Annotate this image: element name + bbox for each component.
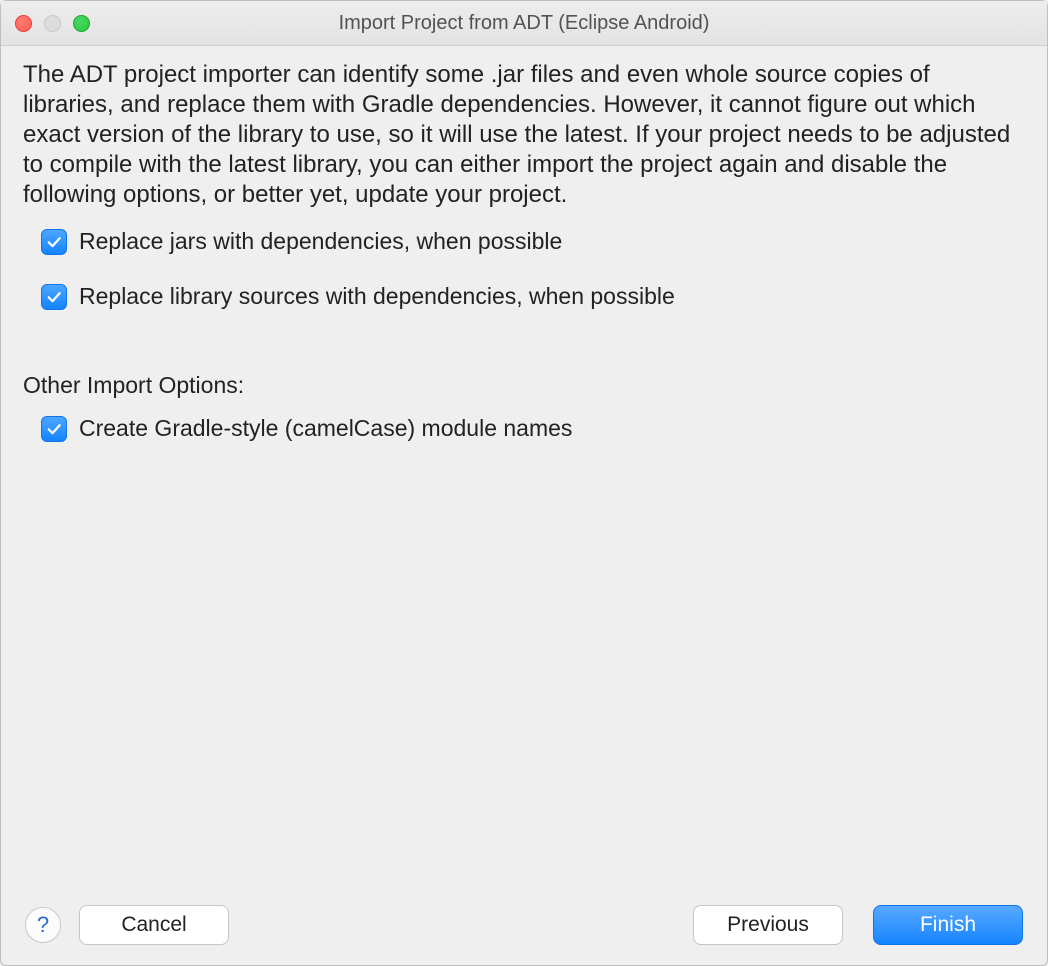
checkbox-row-replace-jars: Replace jars with dependencies, when pos…: [23, 228, 1025, 255]
checkmark-icon: [45, 288, 63, 306]
replace-sources-checkbox[interactable]: [41, 284, 67, 310]
dialog-footer: ? Cancel Previous Finish: [1, 893, 1047, 965]
replace-jars-label: Replace jars with dependencies, when pos…: [79, 228, 562, 255]
description-text: The ADT project importer can identify so…: [23, 60, 1025, 210]
help-button[interactable]: ?: [25, 907, 61, 943]
checkmark-icon: [45, 420, 63, 438]
window-title: Import Project from ADT (Eclipse Android…: [1, 12, 1047, 35]
checkbox-row-replace-sources: Replace library sources with dependencie…: [23, 283, 1025, 310]
close-window-button[interactable]: [15, 15, 32, 32]
cancel-button[interactable]: Cancel: [79, 905, 229, 945]
help-icon: ?: [37, 912, 49, 938]
traffic-lights: [15, 15, 90, 32]
titlebar: Import Project from ADT (Eclipse Android…: [1, 1, 1047, 46]
checkbox-row-camel-case: Create Gradle-style (camelCase) module n…: [23, 415, 1025, 442]
camel-case-label: Create Gradle-style (camelCase) module n…: [79, 415, 572, 442]
footer-right: Previous Finish: [693, 905, 1023, 945]
import-dialog-window: Import Project from ADT (Eclipse Android…: [0, 0, 1048, 966]
replace-jars-checkbox[interactable]: [41, 229, 67, 255]
maximize-window-button[interactable]: [73, 15, 90, 32]
other-options-label: Other Import Options:: [23, 372, 1025, 399]
footer-left: ? Cancel: [25, 905, 229, 945]
checkmark-icon: [45, 233, 63, 251]
spacer: [23, 470, 1025, 883]
previous-button[interactable]: Previous: [693, 905, 843, 945]
finish-button[interactable]: Finish: [873, 905, 1023, 945]
dialog-content: The ADT project importer can identify so…: [1, 46, 1047, 893]
camel-case-checkbox[interactable]: [41, 416, 67, 442]
replace-sources-label: Replace library sources with dependencie…: [79, 283, 675, 310]
minimize-window-button[interactable]: [44, 15, 61, 32]
